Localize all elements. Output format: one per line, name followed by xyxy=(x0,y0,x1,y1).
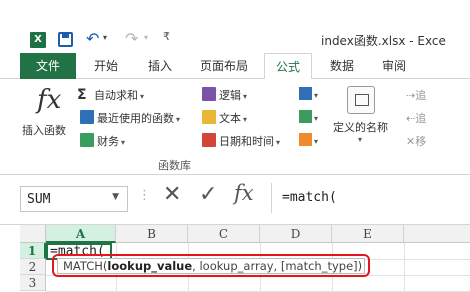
customize-caret-icon[interactable]: ₹ xyxy=(163,30,170,43)
chevron-down-icon: ▾ xyxy=(314,91,319,100)
chevron-down-icon: ▾ xyxy=(243,92,248,101)
tab-data[interactable]: 数据 xyxy=(322,53,362,79)
chevron-down-icon: ▾ xyxy=(243,115,248,124)
tab-page-layout[interactable]: 页面布局 xyxy=(194,53,254,79)
logic-button[interactable]: 逻辑 ▾ xyxy=(202,87,247,103)
tab-formulas[interactable]: 公式 xyxy=(264,53,312,80)
ribbon-tabs: 文件 开始 插入 页面布局 公式 数据 审阅 xyxy=(0,53,470,80)
ribbon: fx 插入函数 Σ 自动求和 ▾ 最近使用的函数 ▾ 财务 ▾ 逻辑 ▾ 文本 ▾ 日期和时… xyxy=(0,79,470,175)
redo-icon[interactable]: ↷ xyxy=(125,29,138,48)
finance-icon xyxy=(80,133,94,147)
more-functions-icon xyxy=(299,133,312,146)
text-button[interactable]: 文本 ▾ xyxy=(202,110,247,126)
tab-home[interactable]: 开始 xyxy=(86,53,126,79)
formula-input[interactable]: =match( xyxy=(271,183,470,213)
chevron-down-icon: ▾ xyxy=(358,135,363,144)
column-divider xyxy=(404,243,405,292)
column-header-c[interactable]: C xyxy=(188,225,260,243)
name-box[interactable]: SUM ▼ xyxy=(20,186,128,212)
column-header-f[interactable] xyxy=(404,225,470,243)
grip-icon[interactable]: ⋮ xyxy=(138,188,151,203)
logic-label: 逻辑 xyxy=(219,89,241,102)
star-icon xyxy=(80,110,94,124)
trace-precedents-button[interactable]: ⇢追 xyxy=(406,87,426,103)
column-header-b[interactable]: B xyxy=(116,225,188,243)
insert-function-icon[interactable]: fx xyxy=(37,85,61,115)
enter-button[interactable]: ✓ xyxy=(199,182,217,207)
lookup-button[interactable]: ▾ xyxy=(299,87,318,101)
name-box-value: SUM xyxy=(27,192,51,207)
remove-arrows-button[interactable]: ✕移 xyxy=(406,133,426,149)
define-name-icon[interactable] xyxy=(347,86,375,114)
recent-functions-button[interactable]: 最近使用的函数 ▾ xyxy=(80,110,180,126)
insert-function-button[interactable]: 插入函数 xyxy=(22,122,66,138)
tab-insert[interactable]: 插入 xyxy=(140,53,180,79)
column-header-d[interactable]: D xyxy=(260,225,332,243)
chevron-down-icon: ▾ xyxy=(176,115,181,124)
tab-review[interactable]: 审阅 xyxy=(374,53,414,79)
define-name-button[interactable]: 定义的名称 xyxy=(333,119,388,135)
column-header-e[interactable]: E xyxy=(332,225,404,243)
chevron-down-icon: ▾ xyxy=(121,138,126,147)
autosum-button[interactable]: Σ 自动求和 ▾ xyxy=(77,87,144,103)
highlight-outline xyxy=(52,254,370,277)
tab-file[interactable]: 文件 xyxy=(20,53,76,79)
chevron-down-icon: ▾ xyxy=(314,137,319,146)
logic-icon xyxy=(202,87,216,101)
chevron-down-icon: ▾ xyxy=(276,138,281,147)
chevron-down-icon[interactable]: ▼ xyxy=(112,192,119,202)
text-icon xyxy=(202,110,216,124)
insert-function-fx-button[interactable]: fx xyxy=(234,181,254,205)
finance-button[interactable]: 财务 ▾ xyxy=(80,133,125,149)
undo-icon[interactable]: ↶ xyxy=(86,29,99,48)
group-label-function-library: 函数库 xyxy=(158,159,191,172)
sigma-icon: Σ xyxy=(77,87,87,103)
row-header-3[interactable]: 3 xyxy=(20,275,46,291)
text-label: 文本 xyxy=(219,112,241,125)
recent-functions-label: 最近使用的函数 xyxy=(97,112,174,125)
chevron-down-icon: ▾ xyxy=(140,92,145,101)
redo-caret-icon[interactable]: ▾ xyxy=(144,33,148,42)
lookup-icon xyxy=(299,87,312,100)
math-button[interactable]: ▾ xyxy=(299,110,318,124)
more-functions-button[interactable]: ▾ xyxy=(299,133,318,147)
undo-caret-icon[interactable]: ▾ xyxy=(103,33,107,42)
chevron-down-icon: ▾ xyxy=(314,114,319,123)
worksheet-grid[interactable]: A B C D E 1 2 3 =match( MATCH(lookup_val… xyxy=(0,225,470,292)
formula-text: =match( xyxy=(282,190,337,205)
trace-dependents-button[interactable]: ⇠追 xyxy=(406,110,426,126)
finance-label: 财务 xyxy=(97,135,119,148)
save-icon[interactable] xyxy=(58,32,73,47)
row-header-1[interactable]: 1 xyxy=(20,243,46,259)
autosum-label: 自动求和 xyxy=(94,89,138,102)
excel-icon[interactable]: X xyxy=(30,32,46,48)
formula-bar: SUM ▼ ⋮ ✕ ✓ fx =match( xyxy=(0,175,470,225)
datetime-icon xyxy=(202,133,216,147)
datetime-button[interactable]: 日期和时间 ▾ xyxy=(202,133,280,149)
title-bar: X ↶ ▾ ↷ ▾ ₹ index函数.xlsx - Exce xyxy=(0,27,470,53)
math-icon xyxy=(299,110,312,123)
datetime-label: 日期和时间 xyxy=(219,135,274,148)
column-header-a[interactable]: A xyxy=(46,225,116,243)
window-title: index函数.xlsx - Exce xyxy=(321,34,446,48)
select-all-corner[interactable] xyxy=(20,225,46,243)
row-header-2[interactable]: 2 xyxy=(20,259,46,275)
cancel-button[interactable]: ✕ xyxy=(163,182,181,207)
